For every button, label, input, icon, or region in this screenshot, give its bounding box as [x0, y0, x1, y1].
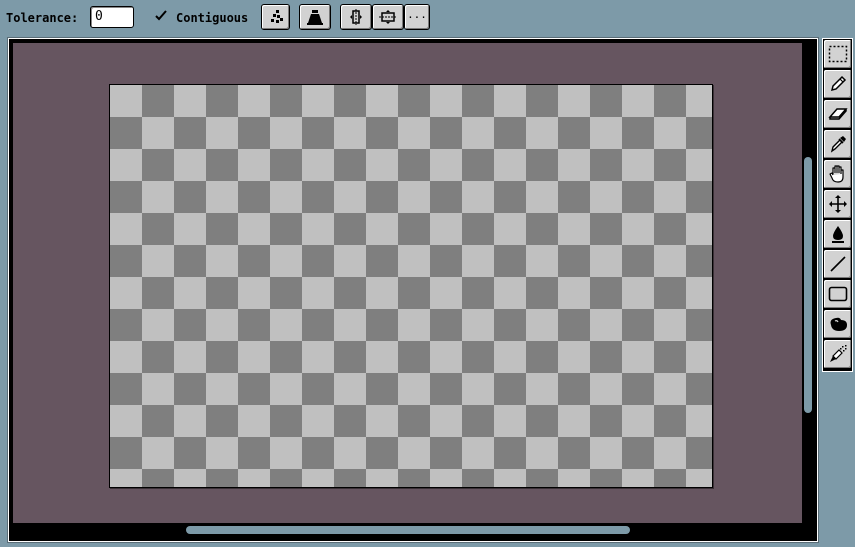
spray-icon [829, 345, 846, 362]
contiguous-label[interactable]: Contiguous [176, 11, 248, 25]
editor-frame [8, 38, 818, 542]
tool-fill[interactable] [824, 220, 851, 248]
tool-hand[interactable] [824, 160, 851, 188]
tool-blob[interactable] [824, 310, 851, 338]
hand-icon [828, 165, 844, 183]
tool-line[interactable] [824, 250, 851, 278]
tool-eraser[interactable] [824, 100, 851, 128]
tolerance-label: Tolerance: [6, 11, 79, 25]
horizontal-symmetry-icon [379, 10, 397, 24]
move-icon [828, 195, 847, 213]
symmetry-vertical-button[interactable] [340, 4, 372, 30]
vertical-scrollbar-thumb[interactable] [804, 157, 812, 413]
ink-bottle-icon [307, 10, 323, 25]
tolerance-input[interactable]: 0 [90, 6, 134, 28]
line-icon [829, 256, 846, 272]
more-label: ... [407, 8, 427, 21]
ink-drop-icon [831, 226, 844, 243]
stairs-icon [270, 10, 283, 23]
eyedropper-icon [830, 136, 846, 153]
tool-rectangle[interactable] [824, 280, 851, 308]
sprite-canvas[interactable] [109, 84, 713, 488]
canvas-viewport[interactable] [13, 43, 802, 523]
blob-icon [830, 317, 847, 331]
merge-layers-button[interactable] [261, 4, 290, 30]
more-options-button[interactable]: ... [404, 4, 430, 30]
tool-pencil[interactable] [824, 70, 851, 98]
symmetry-horizontal-button[interactable] [372, 4, 404, 30]
tool-spray[interactable] [824, 340, 851, 368]
vertical-symmetry-icon [350, 9, 362, 25]
tools-panel [822, 38, 853, 372]
eraser-icon [827, 108, 848, 120]
tool-rectangle-marquee[interactable] [824, 40, 851, 68]
options-toolbar: Tolerance: 0 Contiguous ... [0, 0, 855, 36]
rectangle-icon [828, 286, 847, 302]
marquee-icon [828, 45, 847, 63]
contiguous-checkbox[interactable] [154, 9, 168, 23]
horizontal-scrollbar-thumb[interactable] [186, 526, 630, 534]
tool-eyedropper[interactable] [824, 130, 851, 158]
fill-bucket-button[interactable] [299, 4, 331, 30]
pencil-icon [830, 75, 846, 92]
tool-move[interactable] [824, 190, 851, 218]
